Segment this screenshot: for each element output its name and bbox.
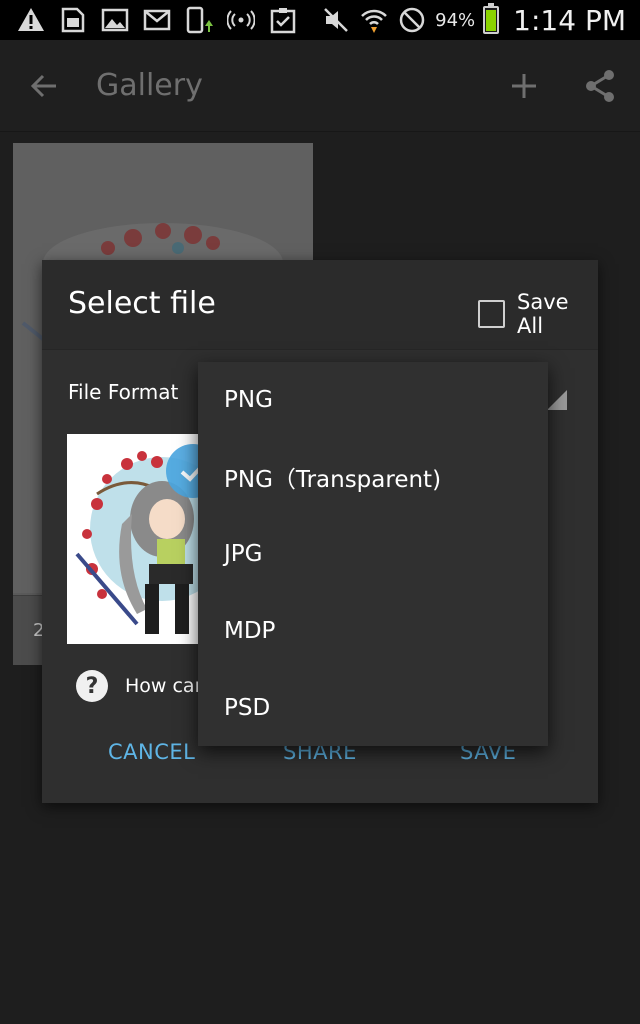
help-icon[interactable]: ? [76,670,108,702]
battery-icon [483,3,500,34]
save-all-toggle[interactable]: Save All [478,290,598,338]
clock: 1:14 PM [513,3,626,37]
back-arrow-icon[interactable] [26,68,62,104]
cancel-button[interactable]: CANCEL [108,740,195,764]
page-title: Gallery [96,68,203,103]
action-bar: Gallery [0,40,640,132]
do-not-disturb-icon [397,6,427,34]
dialog-header: Select file Save All [42,260,598,350]
phone-sync-icon [184,6,214,34]
image-icon [100,6,130,34]
status-right-icons: 94% 1:14 PM [321,3,626,37]
dialog-title: Select file [68,286,216,321]
help-link[interactable]: How car [125,675,202,697]
status-left-icons [16,6,298,34]
add-icon[interactable] [504,66,544,106]
save-all-label: Save All [517,290,569,338]
file-format-dropdown: PNG PNG（Transparent) JPG MDP PSD [198,362,548,746]
format-option-png[interactable]: PNG [198,362,548,439]
sim-card-icon [58,6,88,34]
warning-icon [16,6,46,34]
battery-level [486,10,497,31]
status-bar: 94% 1:14 PM [0,0,640,40]
file-format-label: File Format [68,380,179,404]
gmail-icon [142,6,172,34]
wifi-icon [359,6,389,34]
clipboard-check-icon [268,6,298,34]
battery-percent: 94% [435,9,476,31]
format-option-jpg[interactable]: JPG [198,516,548,593]
format-option-png-transparent[interactable]: PNG（Transparent) [198,439,548,516]
share-icon[interactable] [580,66,620,106]
format-option-psd[interactable]: PSD [198,669,548,746]
save-all-checkbox[interactable] [478,300,506,328]
spinner-arrow-icon[interactable] [547,390,567,410]
format-option-mdp[interactable]: MDP [198,592,548,669]
radio-waves-icon [226,6,256,34]
mute-icon [321,6,351,34]
